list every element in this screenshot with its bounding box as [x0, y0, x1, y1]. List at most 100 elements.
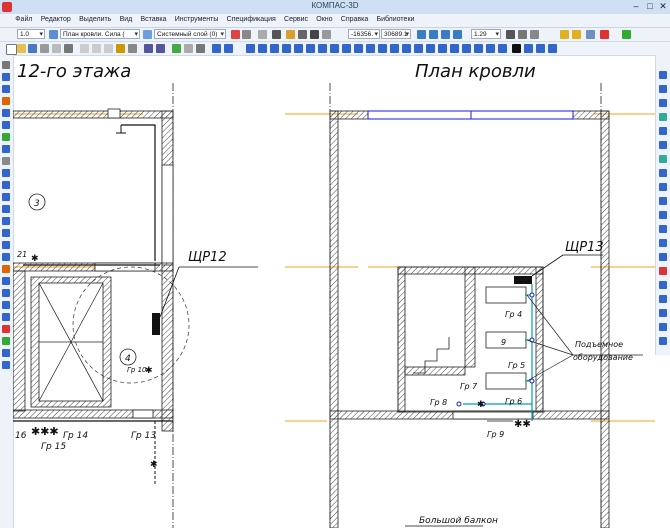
select-icon[interactable]: [2, 349, 10, 357]
tool-icon-7[interactable]: [294, 44, 303, 53]
zoom-fit-icon[interactable]: [453, 30, 462, 39]
tool-icon-20[interactable]: [450, 44, 459, 53]
tool-icon-21[interactable]: [462, 44, 471, 53]
tool-icon-28[interactable]: [548, 44, 557, 53]
menu-insert[interactable]: Вставка: [138, 14, 170, 23]
pan-icon[interactable]: [506, 30, 515, 39]
tool-icon-16[interactable]: [402, 44, 411, 53]
zoom-in-icon[interactable]: [417, 30, 426, 39]
tool-icon-19[interactable]: [438, 44, 447, 53]
copy-icon[interactable]: [92, 44, 101, 53]
right-tool-16-icon[interactable]: [659, 281, 667, 289]
tool-icon-9[interactable]: [318, 44, 327, 53]
measure-tool-icon[interactable]: [2, 337, 10, 345]
tool-icon-12[interactable]: [354, 44, 363, 53]
point-icon[interactable]: [2, 73, 10, 81]
break-icon[interactable]: [2, 325, 10, 333]
polyline-icon[interactable]: [2, 133, 10, 141]
redraw-icon[interactable]: [530, 30, 539, 39]
menu-view[interactable]: Вид: [117, 14, 136, 23]
hatch-icon[interactable]: [2, 157, 10, 165]
help-icon[interactable]: [600, 30, 609, 39]
print-icon[interactable]: [40, 44, 49, 53]
new-icon[interactable]: [6, 44, 17, 55]
trim-icon[interactable]: [2, 265, 10, 273]
right-tool-20-icon[interactable]: [659, 337, 667, 345]
arc-icon[interactable]: [2, 109, 10, 117]
properties-icon[interactable]: [64, 44, 73, 53]
table-icon[interactable]: [2, 193, 10, 201]
tool-icon-23[interactable]: [486, 44, 495, 53]
right-tool-12-icon[interactable]: [659, 225, 667, 233]
layer-icon[interactable]: [49, 30, 58, 39]
fillet-icon[interactable]: [2, 289, 10, 297]
manager-icon[interactable]: [586, 30, 595, 39]
array-icon[interactable]: [2, 313, 10, 321]
tool-icon-27[interactable]: [536, 44, 545, 53]
menu-libraries[interactable]: Библиотеки: [373, 14, 417, 23]
right-tool-19-icon[interactable]: [659, 323, 667, 331]
style-icon[interactable]: [143, 30, 152, 39]
right-tool-1-icon[interactable]: [659, 71, 667, 79]
cursor-icon[interactable]: [310, 30, 319, 39]
right-tool-8-icon[interactable]: [659, 169, 667, 177]
maximize-button[interactable]: □: [644, 1, 656, 12]
tool-icon-24[interactable]: [498, 44, 507, 53]
redo-icon[interactable]: [156, 44, 165, 53]
format-icon[interactable]: [116, 44, 125, 53]
right-tool-5-icon[interactable]: [659, 127, 667, 135]
menu-tools[interactable]: Инструменты: [172, 14, 222, 23]
refresh-icon[interactable]: [518, 30, 527, 39]
color-icon[interactable]: [231, 30, 240, 39]
right-tool-7-icon[interactable]: [659, 155, 667, 163]
param-icon[interactable]: [2, 361, 10, 369]
right-tool-3-icon[interactable]: [659, 99, 667, 107]
snap-icon[interactable]: [298, 30, 307, 39]
library-icon[interactable]: [622, 30, 631, 39]
tool-icon-11[interactable]: [342, 44, 351, 53]
tool-icon-2[interactable]: [224, 44, 233, 53]
rectangle-icon[interactable]: [2, 145, 10, 153]
zoom-select[interactable]: 1.29: [471, 29, 501, 39]
extend-icon[interactable]: [2, 277, 10, 285]
right-tool-15-icon[interactable]: [659, 267, 667, 275]
text-icon[interactable]: [2, 181, 10, 189]
tool-icon-4[interactable]: [258, 44, 267, 53]
menu-help[interactable]: Справка: [338, 14, 371, 23]
right-tool-10-icon[interactable]: [659, 197, 667, 205]
tool-icon-15[interactable]: [390, 44, 399, 53]
tool-icon-5[interactable]: [270, 44, 279, 53]
tool-icon-14[interactable]: [378, 44, 387, 53]
tool-icon-17[interactable]: [414, 44, 423, 53]
coord-icon[interactable]: [322, 30, 331, 39]
menu-editor[interactable]: Редактор: [38, 14, 74, 23]
tool-icon-22[interactable]: [474, 44, 483, 53]
coord-x-field[interactable]: -16356.: [348, 29, 380, 39]
menu-specification[interactable]: Спецификация: [224, 14, 279, 23]
mirror-icon[interactable]: [2, 253, 10, 261]
paste-icon[interactable]: [104, 44, 113, 53]
undo-icon[interactable]: [144, 44, 153, 53]
grid-icon[interactable]: [272, 30, 281, 39]
layer-select[interactable]: План кровли. Сила (: [60, 29, 140, 39]
right-tool-2-icon[interactable]: [659, 85, 667, 93]
menu-file[interactable]: Файл: [12, 14, 35, 23]
rotate-icon[interactable]: [2, 229, 10, 237]
right-tool-17-icon[interactable]: [659, 295, 667, 303]
tool-icon-6[interactable]: [282, 44, 291, 53]
tool-icon-1[interactable]: [212, 44, 221, 53]
tool-icon-3[interactable]: [246, 44, 255, 53]
tool-icon-26[interactable]: [524, 44, 533, 53]
close-button[interactable]: ✕: [657, 1, 669, 12]
menu-window[interactable]: Окно: [313, 14, 335, 23]
circle-icon[interactable]: [2, 97, 10, 105]
tool-icon-25[interactable]: [512, 44, 521, 53]
coord-y-field[interactable]: 30689.1: [381, 29, 411, 39]
line-icon[interactable]: [2, 85, 10, 93]
ellipse-icon[interactable]: [2, 121, 10, 129]
tool-icon-8[interactable]: [306, 44, 315, 53]
menu-service[interactable]: Сервис: [281, 14, 311, 23]
scale-select[interactable]: 1.0: [17, 29, 45, 39]
drawing-canvas[interactable]: 12-го этажа План кровли 3 21 ✱ 4 ЩР12 ✱ …: [13, 55, 655, 528]
cut-icon[interactable]: [80, 44, 89, 53]
